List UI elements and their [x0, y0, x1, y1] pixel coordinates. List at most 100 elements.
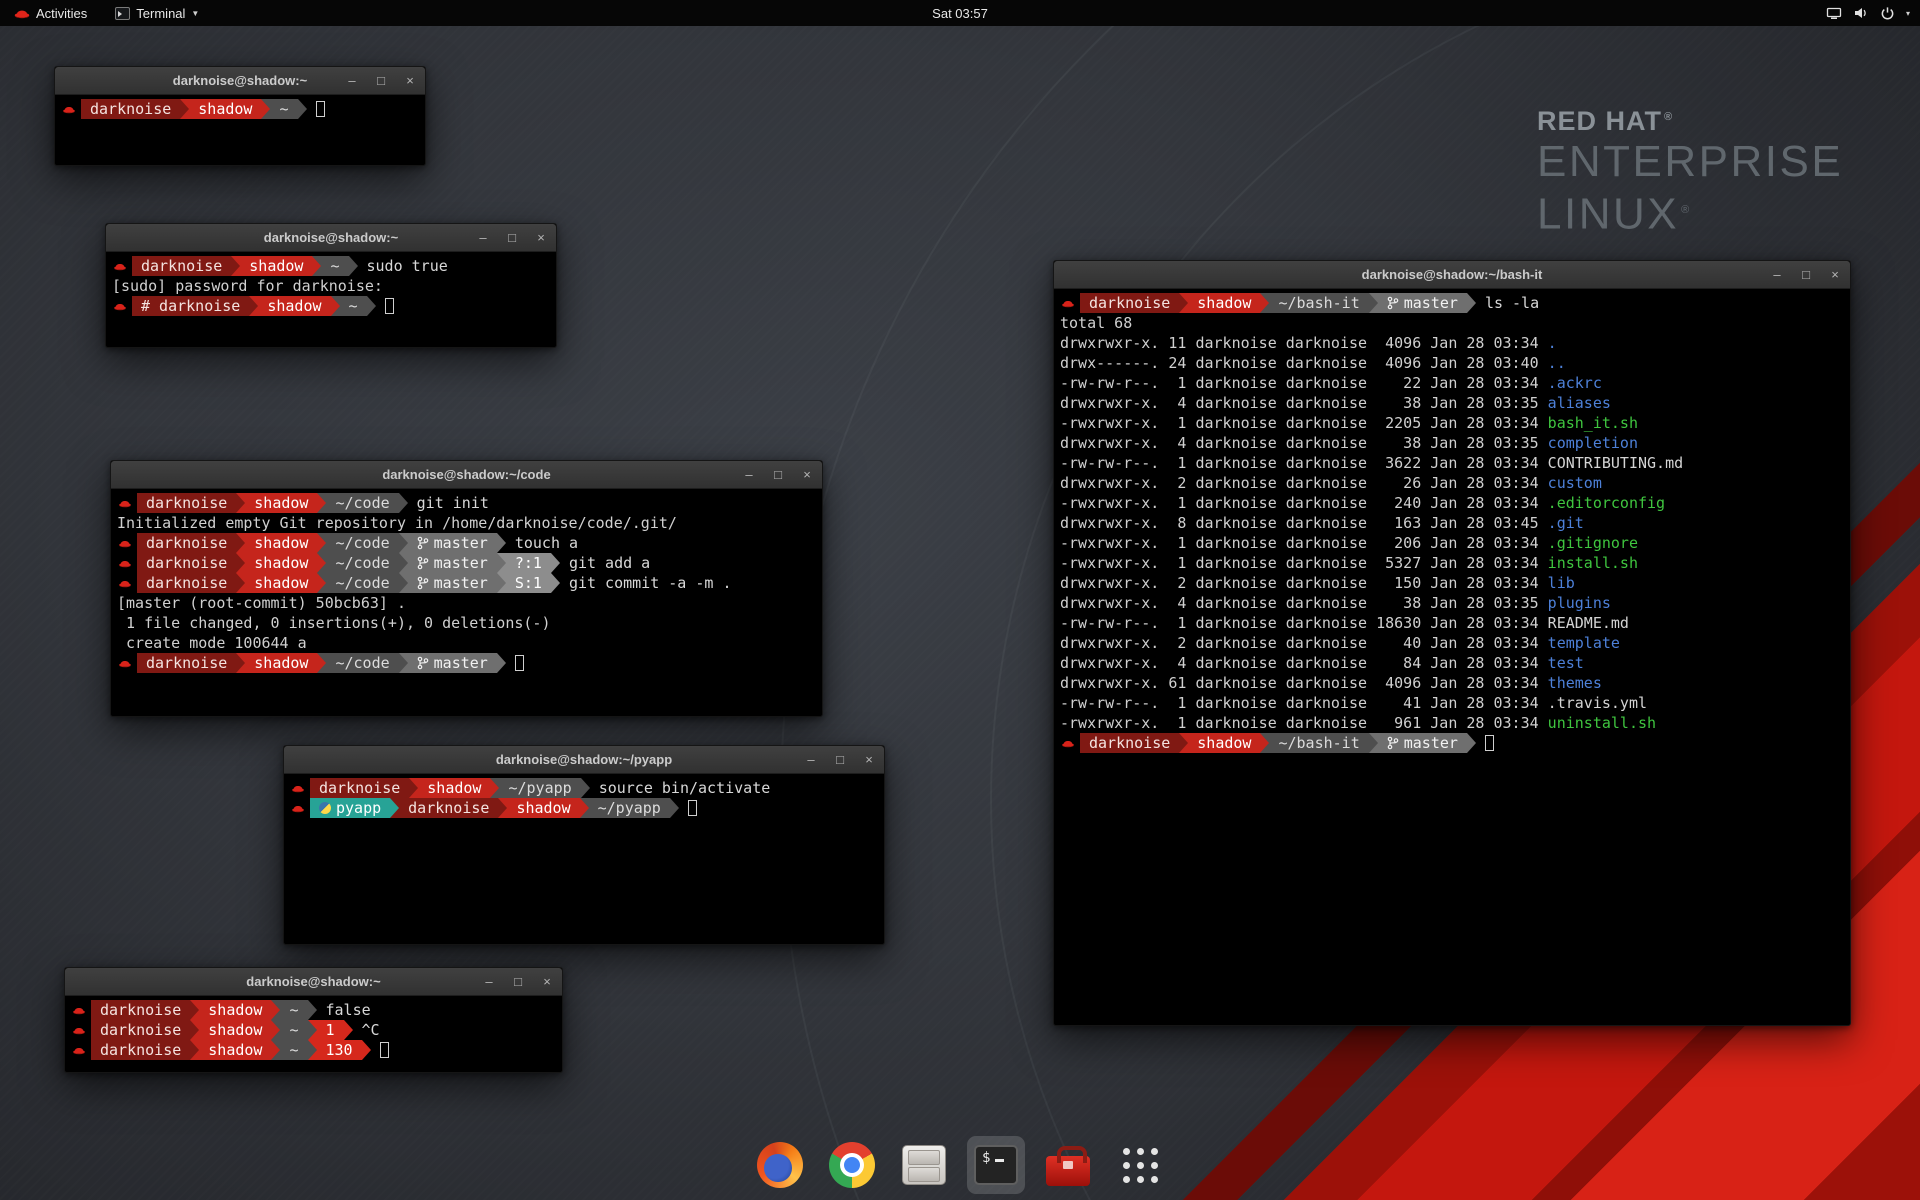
- redhat-prompt-icon: [118, 538, 132, 548]
- terminal-content[interactable]: darknoiseshadow~: [55, 95, 425, 123]
- redhat-prompt-icon: [1061, 298, 1075, 308]
- chevron-down-icon: ▼: [191, 9, 199, 18]
- registered-mark: ®: [1681, 204, 1692, 216]
- prompt-segment-user: darknoise: [137, 653, 236, 673]
- system-status-area[interactable]: ▾: [1826, 0, 1920, 26]
- powerline-separator-icon: [317, 553, 326, 573]
- powerline-separator-icon: [190, 1020, 199, 1040]
- git-branch-icon: [417, 656, 429, 670]
- prompt-segment-user: darknoise: [132, 256, 231, 276]
- window-close-button[interactable]: ×: [403, 74, 417, 88]
- prompt-segment-git: master: [408, 573, 497, 593]
- terminal-content[interactable]: darknoiseshadow~/pyappsource bin/activat…: [284, 774, 884, 822]
- powerline-separator-icon: [331, 296, 340, 316]
- powerline-separator-icon: [236, 653, 245, 673]
- window-close-button[interactable]: ×: [862, 753, 876, 767]
- window-titlebar[interactable]: darknoise@shadow:~–□×: [55, 67, 425, 95]
- window-close-button[interactable]: ×: [800, 468, 814, 482]
- powerline-separator-icon: [236, 573, 245, 593]
- command-text: false: [326, 1001, 371, 1019]
- window-close-button[interactable]: ×: [540, 975, 554, 989]
- prompt-segment-err: 1: [317, 1020, 344, 1040]
- redhat-prompt-icon: [1061, 738, 1075, 748]
- window-maximize-button[interactable]: □: [1799, 268, 1813, 282]
- redhat-prompt-icon: [72, 1045, 86, 1055]
- chrome-icon: [829, 1142, 875, 1188]
- window-maximize-button[interactable]: □: [833, 753, 847, 767]
- terminal-prompt-line: darknoiseshadow~/bash-itmasterls -la: [1060, 293, 1844, 313]
- powerline-separator-icon: [497, 553, 506, 573]
- window-title: darknoise@shadow:~/code: [382, 467, 550, 482]
- window-maximize-button[interactable]: □: [771, 468, 785, 482]
- power-icon: [1880, 6, 1895, 21]
- window-titlebar[interactable]: darknoise@shadow:~/pyapp – □ ×: [284, 746, 884, 774]
- rhel-branding: RED HAT® ENTERPRISE LINUX®: [1537, 100, 1843, 239]
- redhat-prompt-icon: [118, 558, 132, 568]
- terminal-content[interactable]: darknoiseshadow~/codegit initInitialized…: [111, 489, 822, 677]
- powerline-separator-icon: [399, 573, 408, 593]
- window-minimize-button[interactable]: –: [804, 753, 818, 767]
- window-controls: – □ ×: [482, 968, 554, 995]
- window-close-button[interactable]: ×: [534, 231, 548, 245]
- dock-item-files[interactable]: [895, 1136, 953, 1194]
- activities-button[interactable]: Activities: [8, 0, 93, 26]
- window-titlebar[interactable]: darknoise@shadow:~–□×: [65, 968, 562, 996]
- prompt-segment-path: ~/code: [326, 573, 398, 593]
- dock-item-app-grid[interactable]: [1111, 1136, 1169, 1194]
- powerline-separator-icon: [551, 553, 560, 573]
- window-minimize-button[interactable]: –: [345, 74, 359, 88]
- chevron-down-icon: ▾: [1906, 9, 1910, 18]
- powerline-separator-icon: [670, 798, 679, 818]
- prompt-segment-git: master: [408, 653, 497, 673]
- git-branch-icon: [1387, 296, 1399, 310]
- terminal-output-line: -rw-rw-r--. 1 darknoise darknoise 3622 J…: [1060, 453, 1844, 473]
- prompt-segment-path: ~: [270, 99, 297, 119]
- app-grid-icon: [1123, 1148, 1158, 1183]
- terminal-output-line: drwxrwxr-x. 2 darknoise darknoise 150 Ja…: [1060, 573, 1844, 593]
- window-minimize-button[interactable]: –: [476, 231, 490, 245]
- prompt-segment-path: ~/code: [326, 653, 398, 673]
- command-text: touch a: [515, 534, 578, 552]
- powerline-separator-icon: [399, 533, 408, 553]
- terminal-prompt-line: darknoiseshadow~1^C: [71, 1020, 556, 1040]
- window-close-button[interactable]: ×: [1828, 268, 1842, 282]
- prompt-segment-host: shadow: [245, 533, 317, 553]
- window-controls: – □ ×: [804, 746, 876, 773]
- powerline-separator-icon: [308, 1040, 317, 1060]
- prompt-segment-path: ~/code: [326, 493, 398, 513]
- window-minimize-button[interactable]: –: [482, 975, 496, 989]
- prompt-segment-venv: pyapp: [310, 798, 390, 818]
- dock-item-terminal[interactable]: [967, 1136, 1025, 1194]
- prompt-segment-user: darknoise: [310, 778, 409, 798]
- window-titlebar[interactable]: darknoise@shadow:~/code – □ ×: [111, 461, 822, 489]
- window-minimize-button[interactable]: –: [1770, 268, 1784, 282]
- app-menu-terminal[interactable]: Terminal ▼: [109, 0, 205, 26]
- terminal-content[interactable]: darknoiseshadow~/bash-itmasterls -latota…: [1054, 289, 1850, 757]
- terminal-window-home-1: darknoise@shadow:~–□×darknoiseshadow~: [54, 66, 426, 166]
- redhat-prompt-icon: [118, 498, 132, 508]
- powerline-separator-icon: [1179, 733, 1188, 753]
- dock-item-toolbox[interactable]: [1039, 1136, 1097, 1194]
- prompt-segment-path: ~/code: [326, 553, 398, 573]
- window-maximize-button[interactable]: □: [511, 975, 525, 989]
- clock[interactable]: Sat 03:57: [932, 6, 988, 21]
- window-maximize-button[interactable]: □: [505, 231, 519, 245]
- window-maximize-button[interactable]: □: [374, 74, 388, 88]
- terminal-prompt-line: darknoiseshadow~/codemastertouch a: [117, 533, 816, 553]
- prompt-segment-user: # darknoise: [132, 296, 249, 316]
- terminal-content[interactable]: darknoiseshadow~sudo true[sudo] password…: [106, 252, 556, 320]
- window-titlebar[interactable]: darknoise@shadow:~–□×: [106, 224, 556, 252]
- prompt-segment-user: darknoise: [137, 493, 236, 513]
- terminal-content[interactable]: darknoiseshadow~falsedarknoiseshadow~1^C…: [65, 996, 562, 1064]
- dock-item-chrome[interactable]: [823, 1136, 881, 1194]
- prompt-segment-host: shadow: [240, 256, 312, 276]
- dock-item-firefox[interactable]: [751, 1136, 809, 1194]
- window-title: darknoise@shadow:~/pyapp: [496, 752, 672, 767]
- terminal-output-line: drwx------. 24 darknoise darknoise 4096 …: [1060, 353, 1844, 373]
- prompt-segment-host: shadow: [418, 778, 490, 798]
- prompt-segment-user: darknoise: [1080, 293, 1179, 313]
- terminal-window-code: darknoise@shadow:~/code–□×darknoiseshado…: [110, 460, 823, 717]
- window-minimize-button[interactable]: –: [742, 468, 756, 482]
- prompt-segment-user: darknoise: [81, 99, 180, 119]
- window-titlebar[interactable]: darknoise@shadow:~/bash-it–□×: [1054, 261, 1850, 289]
